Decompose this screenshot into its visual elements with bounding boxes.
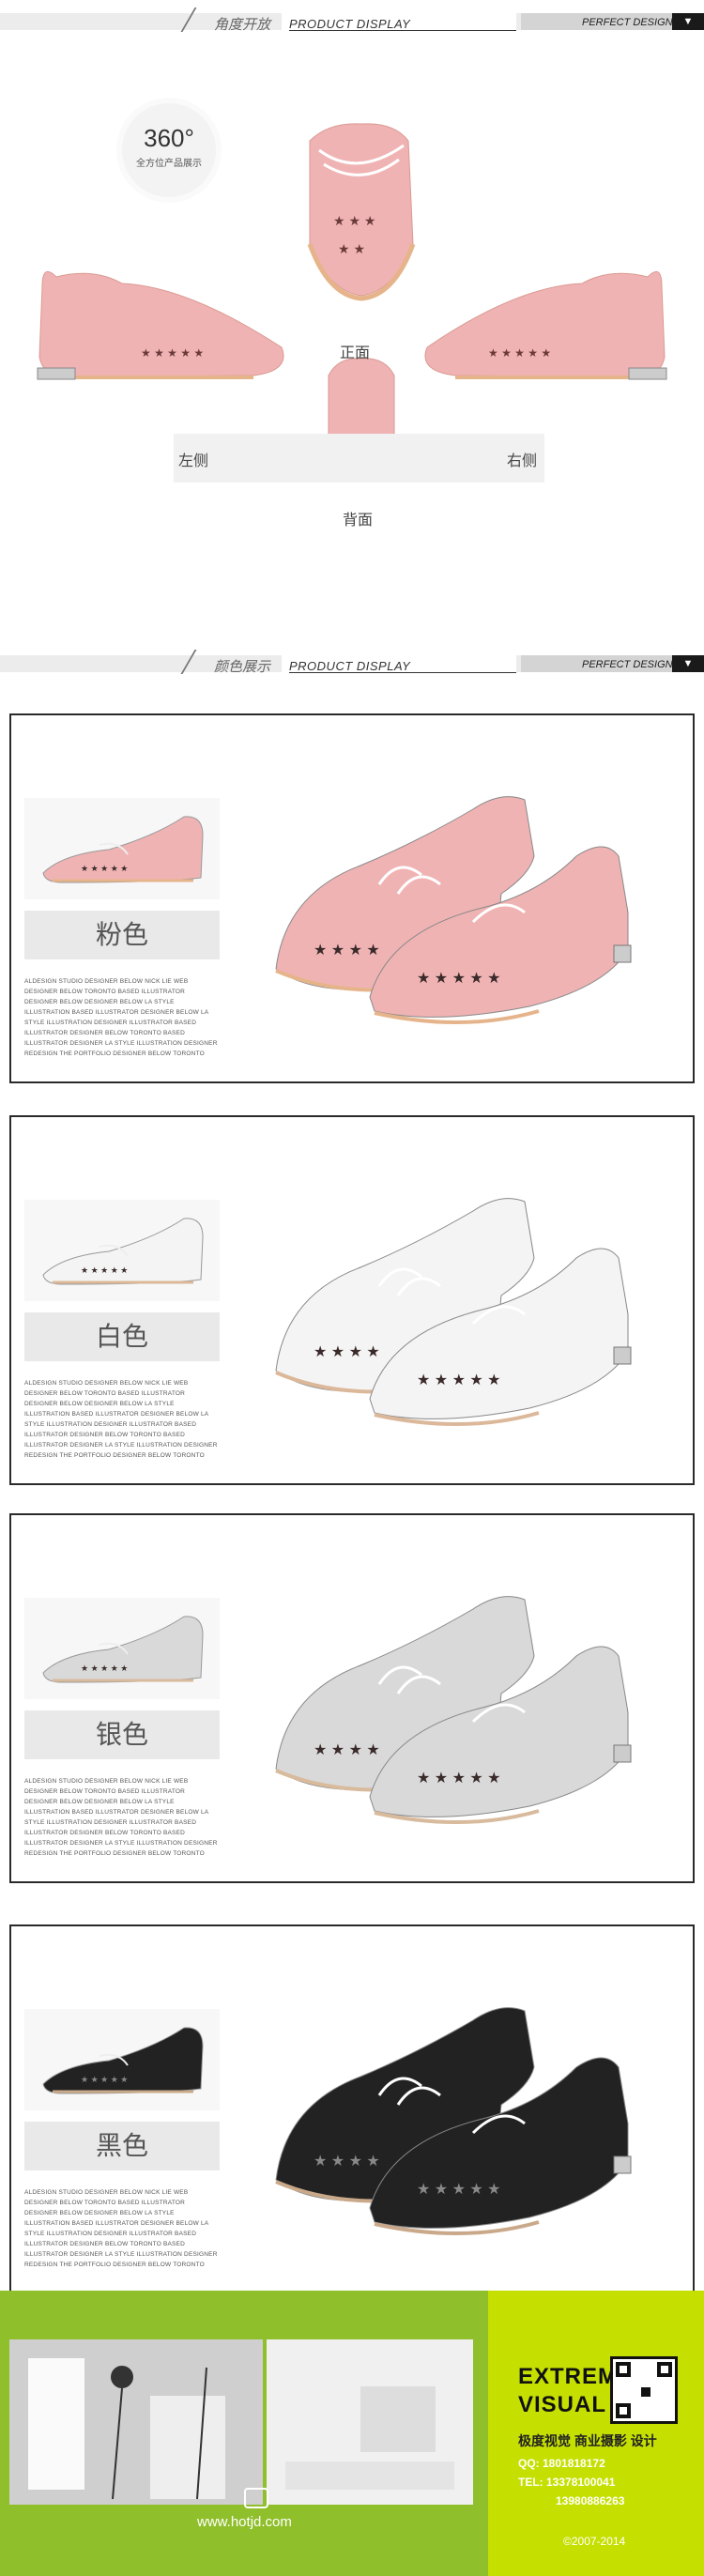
color-card: ★ ★ ★ ★ ★ 白色 ALDESIGN STUDIO DESIGNER BELO… — [9, 1115, 695, 1485]
color-label: 黑色 — [24, 2122, 220, 2170]
contact-qq: QQ: 1801818172 — [518, 2457, 605, 2470]
website-url[interactable]: www.hotjd.com — [197, 2514, 292, 2530]
footer-banner: www.hotjd.com EXTREME VISUAL 极度视觉 商业摄影 设… — [0, 2291, 704, 2576]
contact-tel-2: 13980886263 — [556, 2494, 625, 2507]
color-card: ★ ★ ★ ★ ★ 黑色 ALDESIGN STUDIO DESIGNER BELO… — [9, 1924, 695, 2294]
card-description: ALDESIGN STUDIO DESIGNER BELOW NICK LIE … — [24, 1380, 218, 1459]
shoe-pair-image: ★ ★ ★ ★ ★ ★ ★ ★ ★ — [275, 1198, 632, 1426]
brand-tagline: 极度视觉 商业摄影 设计 — [518, 2433, 657, 2448]
card-description: ALDESIGN STUDIO DESIGNER BELOW NICK LIE … — [24, 978, 218, 1057]
svg-text:★ ★ ★ ★ ★: ★ ★ ★ ★ ★ — [81, 1664, 128, 1673]
card-description: ALDESIGN STUDIO DESIGNER BELOW NICK LIE … — [24, 1778, 218, 1857]
perfect-design-label: PERFECT DESIGN — [582, 17, 673, 28]
color-label: 白色 — [24, 1312, 220, 1361]
svg-text:★ ★ ★ ★: ★ ★ ★ ★ — [314, 1742, 380, 1758]
color-thumbnail: ★ ★ ★ ★ ★ — [24, 2009, 220, 2110]
section-header-angles: 角度开放 PRODUCT DISPLAY PERFECT DESIGN ▼ — [0, 0, 704, 38]
svg-text:★ ★ ★ ★ ★: ★ ★ ★ ★ ★ — [81, 864, 128, 873]
chevron-down-icon: ▼ — [672, 13, 704, 30]
svg-text:★ ★ ★ ★ ★: ★ ★ ★ ★ ★ — [81, 1265, 128, 1275]
brand-visual: VISUAL — [518, 2392, 607, 2417]
copyright: ©2007-2014 — [563, 2535, 626, 2548]
svg-text:★ ★ ★: ★ ★ ★ — [333, 213, 375, 228]
perfect-design-label: PERFECT DESIGN — [582, 659, 673, 670]
shoe-pair-image: ★ ★ ★ ★ ★ ★ ★ ★ ★ — [275, 2007, 632, 2235]
color-label: 粉色 — [24, 911, 220, 959]
shoe-pair-image: ★ ★ ★ ★ ★ ★ ★ ★ ★ — [275, 1596, 632, 1824]
shoe-pair-image: ★ ★ ★ ★ ★ ★ ★ ★ ★ — [275, 796, 632, 1024]
svg-text:★ ★ ★ ★ ★: ★ ★ ★ ★ ★ — [417, 1372, 501, 1388]
svg-text:★ ★: ★ ★ — [338, 241, 365, 256]
svg-text:★ ★ ★ ★: ★ ★ ★ ★ — [314, 1344, 380, 1360]
section-title-cn: 角度开放 — [214, 16, 271, 33]
section-title-cn: 颜色展示 — [214, 658, 271, 675]
svg-text:★ ★ ★ ★: ★ ★ ★ ★ — [314, 2154, 380, 2170]
color-card: ★ ★ ★ ★ ★ 粉色 ALDESIGN STUDIO DESIGNER BELO… — [9, 713, 695, 1083]
angle-views: ★ ★ ★ ★ ★ ★ ★ ★ ★ ★ ★ ★ ★ ★ ★ — [37, 123, 667, 482]
contact-info: QQ: 1801818172 TEL: 13378100041 13980886… — [518, 2454, 624, 2510]
title-underline — [289, 672, 516, 673]
color-card: ★ ★ ★ ★ ★ 银色 ALDESIGN STUDIO DESIGNER BELO… — [9, 1513, 695, 1883]
svg-text:★ ★ ★ ★ ★: ★ ★ ★ ★ ★ — [488, 346, 551, 360]
label-left: 左侧 — [178, 453, 209, 469]
studio-photo-2 — [267, 2339, 473, 2505]
shoe-left-view: ★ ★ ★ ★ ★ — [37, 270, 284, 380]
shoe-top-view: ★ ★ ★ ★ ★ — [307, 123, 416, 301]
label-back: 背面 — [343, 513, 374, 529]
chevron-down-icon: ▼ — [672, 655, 704, 672]
color-thumbnail: ★ ★ ★ ★ ★ — [24, 798, 220, 899]
section-header-colors: 颜色展示 PRODUCT DISPLAY PERFECT DESIGN ▼ — [0, 642, 704, 680]
svg-text:★ ★ ★ ★ ★: ★ ★ ★ ★ ★ — [417, 2182, 501, 2198]
color-label: 银色 — [24, 1710, 220, 1759]
svg-text:★ ★ ★ ★: ★ ★ ★ ★ — [314, 943, 380, 958]
section-title-en: PRODUCT DISPLAY — [289, 659, 411, 673]
camera-icon — [244, 2488, 268, 2508]
svg-text:★ ★ ★ ★ ★: ★ ★ ★ ★ ★ — [141, 346, 204, 360]
color-thumbnail: ★ ★ ★ ★ ★ — [24, 1598, 220, 1699]
view-strip — [174, 434, 544, 483]
svg-text:★ ★ ★ ★ ★: ★ ★ ★ ★ ★ — [81, 2075, 128, 2084]
card-description: ALDESIGN STUDIO DESIGNER BELOW NICK LIE … — [24, 2189, 218, 2268]
svg-text:★ ★ ★ ★ ★: ★ ★ ★ ★ ★ — [417, 1771, 501, 1786]
qr-code-icon — [610, 2356, 678, 2424]
section-title-en: PRODUCT DISPLAY — [289, 17, 411, 31]
title-underline — [289, 30, 516, 31]
shoe-right-view: ★ ★ ★ ★ ★ — [424, 270, 667, 380]
contact-tel: TEL: 13378100041 — [518, 2476, 616, 2489]
label-front: 正面 — [340, 345, 371, 361]
studio-photo — [9, 2339, 263, 2505]
color-thumbnail: ★ ★ ★ ★ ★ — [24, 1200, 220, 1301]
label-right: 右侧 — [507, 453, 538, 469]
svg-text:★ ★ ★ ★ ★: ★ ★ ★ ★ ★ — [417, 971, 501, 987]
